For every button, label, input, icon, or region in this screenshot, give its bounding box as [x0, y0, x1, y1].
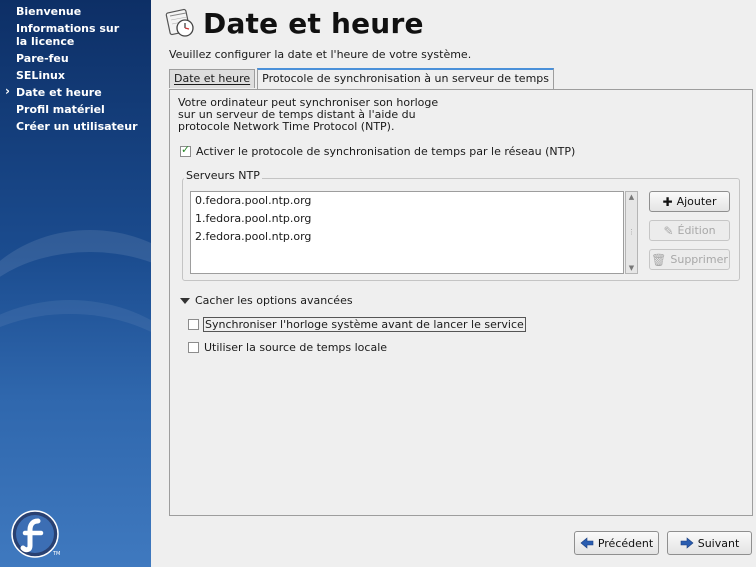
- step-hardware-profile: Profil matériel: [16, 103, 105, 116]
- next-button-label: Suivant: [697, 536, 740, 550]
- delete-server-label: Supprimer: [670, 253, 728, 266]
- ntp-server-list[interactable]: 0.fedora.pool.ntp.org 1.fedora.pool.ntp.…: [190, 191, 624, 274]
- back-button[interactable]: Précédent: [574, 531, 659, 555]
- list-item[interactable]: 2.fedora.pool.ntp.org: [191, 228, 623, 246]
- step-selinux: SELinux: [16, 69, 65, 82]
- sync-before-row[interactable]: Synchroniser l'horloge système avant de …: [188, 317, 526, 332]
- arrow-right-icon: [680, 537, 694, 549]
- plus-icon: ✚: [662, 194, 673, 209]
- scroll-down-icon[interactable]: ▼: [626, 263, 637, 273]
- sync-before-label: Synchroniser l'horloge système avant de …: [203, 317, 526, 332]
- sync-before-checkbox[interactable]: [188, 319, 199, 330]
- step-date-time: Date et heure: [0, 85, 151, 102]
- advanced-options-toggle[interactable]: Cacher les options avancées: [180, 294, 353, 307]
- page-title: Date et heure: [203, 6, 424, 40]
- step-list: Bienvenue Informations sur la licence Pa…: [0, 0, 151, 136]
- scroll-up-icon[interactable]: ▲: [626, 192, 637, 202]
- tab-date-time-label: Date et heure: [174, 72, 251, 85]
- edit-server-label: Édition: [677, 224, 716, 237]
- add-server-button[interactable]: ✚ Ajouter: [649, 191, 730, 212]
- local-source-label: Utiliser la source de temps locale: [204, 341, 388, 354]
- list-item[interactable]: 0.fedora.pool.ntp.org: [191, 192, 623, 210]
- main-content: Date et heure Veuillez configurer la dat…: [151, 0, 756, 567]
- advanced-options-label: Cacher les options avancées: [195, 294, 353, 307]
- scroll-thumb[interactable]: ⋮: [627, 204, 636, 260]
- tab-ntp-label: Protocole de synchronisation à un serveu…: [262, 72, 549, 85]
- edit-server-button[interactable]: ✎ Édition: [649, 220, 730, 241]
- step-license: Informations sur la licence: [16, 22, 120, 48]
- step-welcome: Bienvenue: [16, 5, 82, 18]
- delete-server-button[interactable]: 🗑 Supprimer: [649, 249, 730, 270]
- add-server-label: Ajouter: [676, 195, 717, 208]
- expander-down-icon: [180, 297, 190, 304]
- enable-ntp-label: Activer le protocole de synchronisation …: [196, 145, 576, 158]
- ntp-tab-panel: Votre ordinateur peut synchroniser son h…: [169, 89, 753, 516]
- enable-ntp-row[interactable]: Activer le protocole de synchronisation …: [180, 143, 576, 158]
- tab-bar: Date et heure Protocole de synchronisati…: [169, 68, 556, 89]
- local-source-row[interactable]: Utiliser la source de temps locale: [188, 341, 387, 354]
- ntp-servers-label: Serveurs NTP: [184, 169, 262, 182]
- tab-ntp[interactable]: Protocole de synchronisation à un serveu…: [257, 68, 554, 89]
- sidebar: Bienvenue Informations sur la licence Pa…: [0, 0, 151, 567]
- ntp-description: Votre ordinateur peut synchroniser son h…: [178, 96, 439, 133]
- step-create-user: Créer un utilisateur: [16, 120, 138, 133]
- edit-icon: ✎: [663, 223, 674, 238]
- intro-text: Veuillez configurer la date et l'heure d…: [169, 48, 472, 61]
- page-header: Date et heure: [165, 4, 424, 42]
- local-source-checkbox[interactable]: [188, 342, 199, 353]
- calendar-clock-icon: [165, 8, 194, 37]
- trademark-mark: TM: [53, 551, 61, 557]
- tab-date-time[interactable]: Date et heure: [169, 69, 256, 88]
- enable-ntp-checkbox[interactable]: [180, 143, 191, 157]
- arrow-left-icon: [580, 537, 594, 549]
- next-button[interactable]: Suivant: [667, 531, 752, 555]
- back-button-label: Précédent: [597, 536, 654, 550]
- server-list-scrollbar[interactable]: ▲ ⋮ ▼: [625, 191, 638, 274]
- step-firewall: Pare-feu: [16, 52, 69, 65]
- trash-icon: 🗑: [651, 252, 667, 267]
- fedora-logo-icon: [11, 510, 59, 558]
- list-item[interactable]: 1.fedora.pool.ntp.org: [191, 210, 623, 228]
